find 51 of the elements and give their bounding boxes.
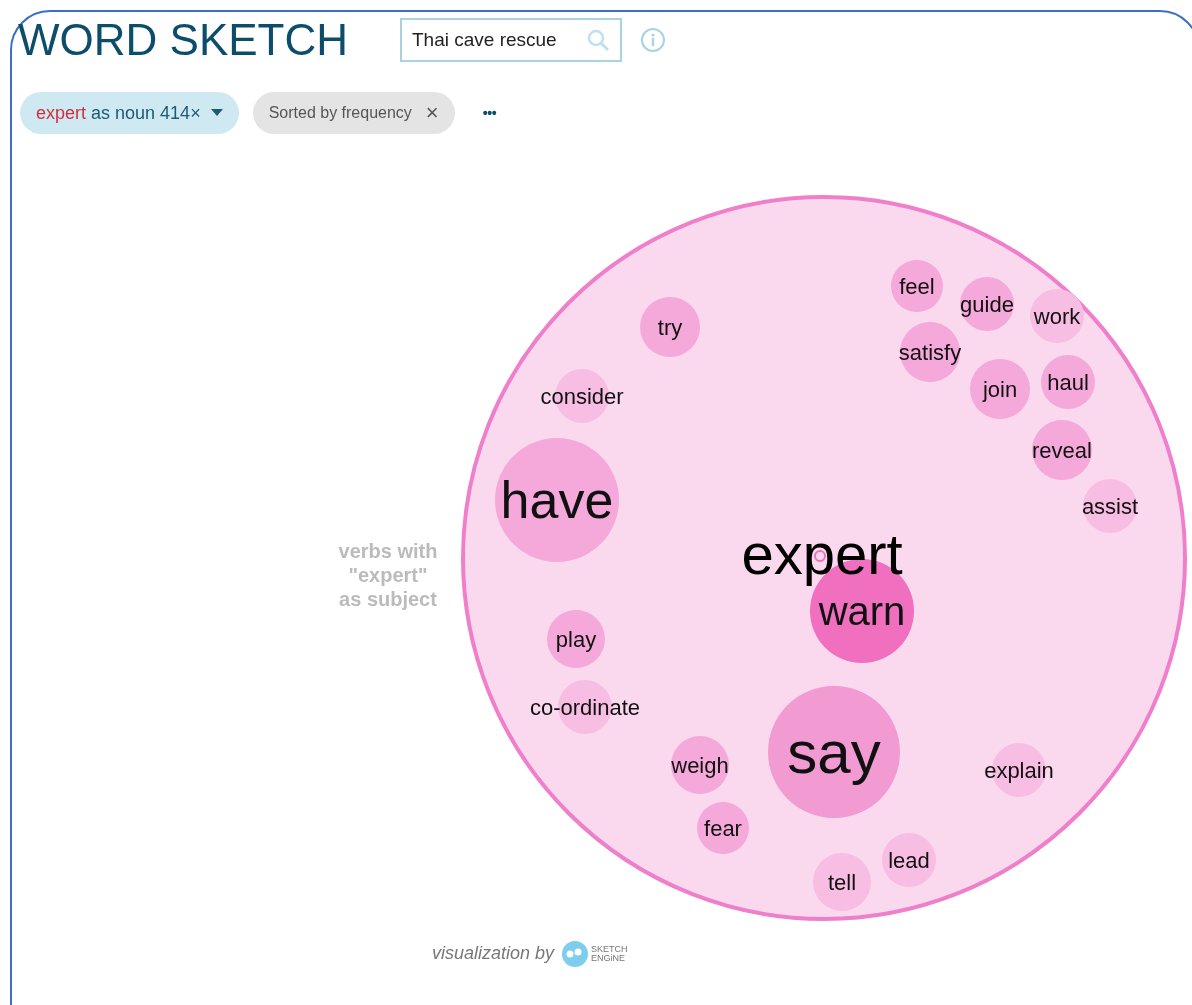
word-label: reveal xyxy=(1032,437,1092,463)
center-word: expert xyxy=(741,521,903,586)
word-bubble[interactable] xyxy=(697,802,749,854)
word-bubble[interactable] xyxy=(1030,289,1084,343)
more-button[interactable]: ••• xyxy=(482,102,497,124)
word-bubble[interactable] xyxy=(547,610,605,668)
word-bubble[interactable] xyxy=(960,277,1014,331)
attribution-text: visualization by xyxy=(432,942,555,965)
word-bubble[interactable] xyxy=(882,833,936,887)
relation-label: verbs with xyxy=(338,540,438,562)
logo-text: ENGiNE xyxy=(591,953,627,963)
relation-label: as subject xyxy=(339,588,437,610)
word-label: satisfy xyxy=(898,339,962,365)
lemma-dropdown[interactable]: expert as noun 414× xyxy=(20,92,239,134)
word-label: explain xyxy=(984,757,1054,783)
word-label: have xyxy=(500,471,614,530)
word-label: tell xyxy=(827,869,857,895)
word-bubble[interactable] xyxy=(671,736,729,794)
word-label: weigh xyxy=(671,752,729,778)
word-label: fear xyxy=(704,815,742,841)
sort-label: Sorted by frequency xyxy=(268,103,412,123)
word-label: join xyxy=(982,376,1018,402)
page-title: WORD SKETCH xyxy=(18,18,348,62)
word-bubble[interactable] xyxy=(813,853,871,911)
close-button[interactable]: × xyxy=(425,102,439,124)
word-label: feel xyxy=(899,273,935,299)
word-label: try xyxy=(657,314,683,340)
word-bubble[interactable] xyxy=(891,260,943,312)
word-bubble[interactable] xyxy=(1083,479,1137,533)
logo-text: SKETCH xyxy=(591,944,628,954)
word-bubble[interactable] xyxy=(640,297,700,357)
word-bubble[interactable] xyxy=(900,322,960,382)
quote-bubble-icon xyxy=(562,940,589,967)
word-bubble[interactable] xyxy=(495,438,619,562)
word-label: haul xyxy=(1047,369,1089,395)
word-bubble[interactable] xyxy=(768,686,900,818)
word-label: assist xyxy=(1081,493,1139,519)
word-label: warn xyxy=(818,589,906,633)
word-bubble[interactable] xyxy=(970,359,1030,419)
relation-label: "expert" xyxy=(348,564,428,586)
word-label: consider xyxy=(540,383,624,409)
word-label: guide xyxy=(960,291,1014,317)
word-bubble[interactable] xyxy=(1041,355,1095,409)
word-label: co-ordinate xyxy=(529,694,641,720)
word-label: work xyxy=(1033,303,1081,329)
caret-icon xyxy=(210,109,223,117)
word-label: say xyxy=(787,719,881,786)
word-label: play xyxy=(555,626,597,652)
word-bubble[interactable] xyxy=(1032,420,1092,480)
search-field[interactable]: Thai cave rescue xyxy=(400,18,622,62)
word-label: lead xyxy=(888,847,930,873)
